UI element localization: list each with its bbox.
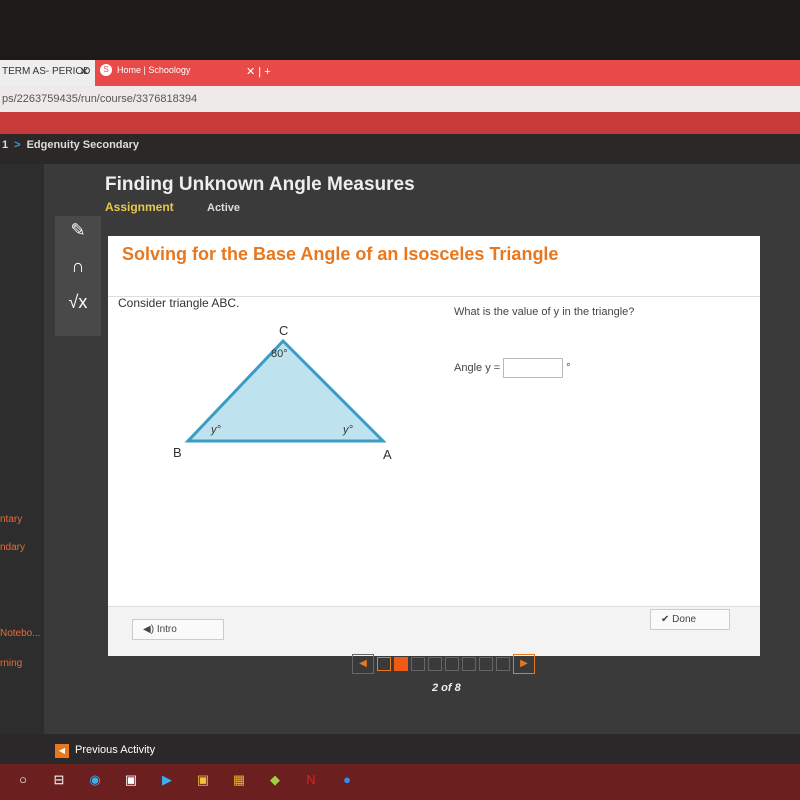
angle-b-label: y° (210, 424, 222, 436)
browser-tabs: TERM AS- PERIOD ✕ S Home | Schoology ✕ | + (0, 60, 800, 86)
sidebar-item[interactable]: Notebo... (0, 628, 41, 639)
page-count: 2 of 8 (432, 682, 461, 694)
answer-label: Angle y = (454, 362, 501, 374)
breadcrumb-sep: > (14, 139, 21, 151)
activity-footer: ◀ Previous Activity (0, 734, 800, 764)
taskbar: ○ ⊟ ◉ ▣ ▶ ▣ ▦ ◆ N ● (0, 764, 800, 800)
close-icon[interactable]: ✕ | + (246, 65, 271, 78)
page-8[interactable] (496, 657, 510, 671)
edge-icon[interactable]: ◉ (86, 772, 104, 790)
new-tab-button[interactable]: + (264, 66, 270, 78)
vertex-b: B (173, 445, 182, 460)
breadcrumb-item[interactable]: 1 (2, 139, 8, 151)
page-title: Finding Unknown Angle Measures (105, 174, 415, 195)
app-icon[interactable]: ◆ (266, 772, 284, 790)
card-footer: ◀) Intro ✔ Done (108, 606, 760, 656)
page-1[interactable] (377, 657, 391, 671)
breadcrumb-item[interactable]: Edgenuity Secondary (27, 139, 139, 151)
prompt-text: Consider triangle ABC. (118, 296, 240, 310)
page-2[interactable] (394, 657, 408, 671)
degree-unit: ° (566, 362, 571, 374)
page-4[interactable] (428, 657, 442, 671)
done-button[interactable]: ✔ Done (650, 609, 730, 630)
pencil-icon[interactable]: ✎ (61, 220, 95, 252)
calculator-icon[interactable]: √x (61, 292, 95, 324)
activity-card: Solving for the Base Angle of an Isoscel… (108, 236, 760, 656)
app-icon[interactable]: ▣ (194, 772, 212, 790)
question-text: What is the value of y in the triangle? (454, 306, 635, 318)
page-5[interactable] (445, 657, 459, 671)
sidebar-item[interactable]: rning (0, 658, 22, 669)
angle-c-label: 80° (271, 348, 288, 360)
previous-activity-button[interactable]: ◀ Previous Activity (55, 744, 155, 758)
triangle-diagram: C B A 80° y° y° (173, 323, 392, 462)
app-icon[interactable]: ▶ (158, 772, 176, 790)
close-icon[interactable]: ✕ (80, 65, 89, 78)
schoology-icon: S (100, 64, 112, 76)
speaker-icon: ◀) (143, 624, 157, 635)
address-bar[interactable]: ps/2263759435/run/course/3376818394 (0, 86, 800, 112)
close-glyph: ✕ (246, 66, 256, 78)
check-icon: ✔ (661, 614, 673, 625)
answer-row: Angle y = ° (454, 358, 571, 378)
tab-label: Home | Schoology (117, 65, 191, 75)
page-7[interactable] (479, 657, 493, 671)
intro-label: Intro (156, 624, 177, 635)
zoom-icon[interactable]: ● (338, 772, 356, 790)
breadcrumb: 1 > Edgenuity Secondary (0, 134, 800, 164)
intro-button[interactable]: ◀) Intro (132, 619, 224, 640)
task-view-icon[interactable]: ⊟ (50, 772, 68, 790)
sidebar-item[interactable]: ntary (0, 514, 22, 525)
app: ntary ndary Notebo... rning Finding Unkn… (0, 164, 800, 734)
chevron-left-icon: ◀ (55, 744, 69, 758)
sidebar: ntary ndary Notebo... rning (0, 164, 44, 734)
headphones-icon[interactable]: ∩ (61, 256, 95, 288)
activity-title: Solving for the Base Angle of an Isoscel… (122, 244, 559, 264)
tab-term[interactable]: TERM AS- PERIOD ✕ (0, 60, 95, 86)
status-badge: Active (207, 202, 241, 214)
next-page-arrow-icon[interactable]: ▶ (513, 654, 535, 674)
toolbar: ✎ ∩ √x (55, 216, 101, 336)
tab-schoology[interactable]: S Home | Schoology (100, 64, 190, 76)
angle-y-input[interactable] (503, 358, 564, 378)
app-icon[interactable]: ▦ (230, 772, 248, 790)
page-6[interactable] (462, 657, 476, 671)
store-icon[interactable]: ▣ (122, 772, 140, 790)
sidebar-item[interactable]: ndary (0, 542, 25, 553)
netflix-icon[interactable]: N (302, 772, 320, 790)
assignment-label: Assignment (105, 200, 174, 214)
tab-label: TERM AS- PERIOD (2, 66, 91, 77)
bookmark-bar (0, 112, 800, 134)
page-3[interactable] (411, 657, 425, 671)
vertex-c: C (279, 323, 288, 338)
done-label: Done (672, 614, 697, 625)
angle-a-label: y° (342, 424, 354, 436)
prev-page-arrow-icon[interactable]: ◀ (352, 654, 374, 674)
pager: ◀ ▶ (352, 654, 535, 674)
search-icon[interactable]: ○ (14, 772, 32, 790)
vertex-a: A (383, 447, 392, 462)
previous-activity-label: Previous Activity (75, 744, 156, 756)
